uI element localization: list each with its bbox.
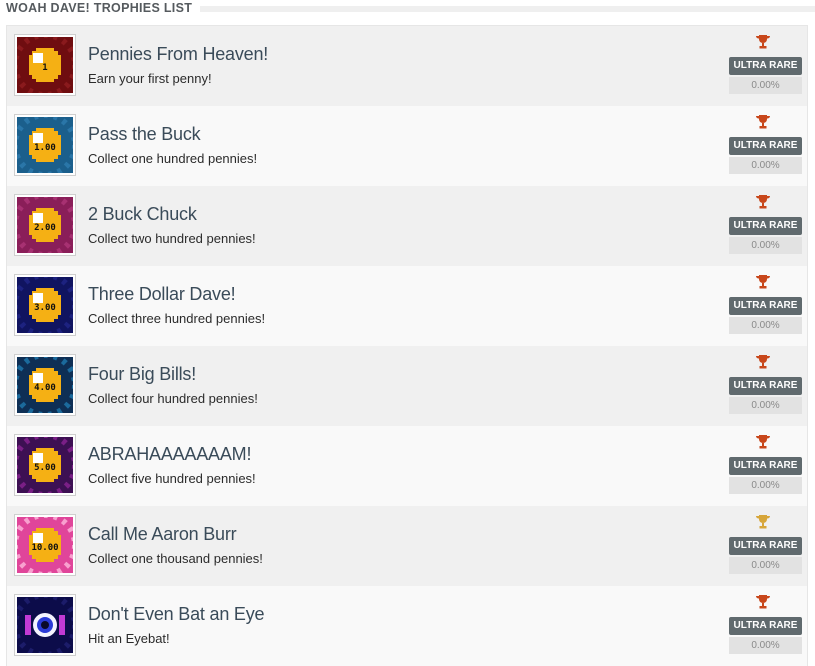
rarity-badge: ULTRA RARE bbox=[729, 217, 802, 235]
unlock-percent: 0.00% bbox=[729, 557, 802, 574]
unlock-percent: 0.00% bbox=[729, 77, 802, 94]
unlock-percent: 0.00% bbox=[729, 637, 802, 654]
trophy-description: Collect four hundred pennies! bbox=[88, 391, 258, 406]
rarity-badge: ULTRA RARE bbox=[729, 137, 802, 155]
trophy-row[interactable]: 10.00 Call Me Aaron Burr Collect one tho… bbox=[7, 506, 807, 586]
rarity-badge: ULTRA RARE bbox=[729, 537, 802, 555]
trophy-name: Call Me Aaron Burr bbox=[88, 524, 237, 544]
badge-label: 1.00 bbox=[34, 143, 56, 153]
trophy-row[interactable]: 2.00 2 Buck Chuck Collect two hundred pe… bbox=[7, 186, 807, 266]
trophy-description: Collect one thousand pennies! bbox=[88, 551, 263, 566]
trophy-name: Three Dollar Dave! bbox=[88, 284, 236, 304]
trophy-row[interactable]: 1.00 Pass the Buck Collect one hundred p… bbox=[7, 106, 807, 186]
header-divider bbox=[200, 6, 815, 12]
trophy-cup-icon bbox=[756, 515, 770, 529]
trophy-cup-icon bbox=[756, 35, 770, 49]
rarity-badge: ULTRA RARE bbox=[729, 377, 802, 395]
badge-label: 4.00 bbox=[34, 383, 56, 393]
badge-label: 3.00 bbox=[34, 303, 56, 313]
trophy-row[interactable]: 1 Pennies From Heaven! Earn your first p… bbox=[7, 26, 807, 106]
trophy-cup-icon bbox=[756, 595, 770, 609]
trophy-name: Don't Even Bat an Eye bbox=[88, 604, 265, 624]
trophy-name: ABRAHAAAAAAAM! bbox=[88, 444, 252, 464]
unlock-percent: 0.00% bbox=[729, 317, 802, 334]
eyebat-icon bbox=[25, 613, 65, 637]
trophy-description: Earn your first penny! bbox=[88, 71, 212, 86]
rarity-badge: ULTRA RARE bbox=[729, 57, 802, 75]
trophy-cup-icon bbox=[756, 195, 770, 209]
rarity-badge: ULTRA RARE bbox=[729, 457, 802, 475]
trophy-description: Collect five hundred pennies! bbox=[88, 471, 256, 486]
trophy-row[interactable]: 4.00 Four Big Bills! Collect four hundre… bbox=[7, 346, 807, 426]
trophy-row[interactable]: 3.00 Three Dollar Dave! Collect three hu… bbox=[7, 266, 807, 346]
trophy-name: 2 Buck Chuck bbox=[88, 204, 197, 224]
trophy-badge: 1.00 bbox=[14, 114, 76, 176]
trophies-header: WOAH DAVE! TROPHIES LIST bbox=[0, 0, 815, 22]
trophy-row[interactable]: 5.00 ABRAHAAAAAAAM! Collect five hundred… bbox=[7, 426, 807, 506]
unlock-percent: 0.00% bbox=[729, 157, 802, 174]
trophy-badge: 1 bbox=[14, 34, 76, 96]
rarity-badge: ULTRA RARE bbox=[729, 617, 802, 635]
trophy-badge bbox=[14, 594, 76, 656]
trophy-name: Pass the Buck bbox=[88, 124, 201, 144]
trophy-row[interactable]: Don't Even Bat an Eye Hit an Eyebat! ULT… bbox=[7, 586, 807, 666]
badge-label: 2.00 bbox=[34, 223, 56, 233]
badge-label: 1 bbox=[42, 63, 47, 73]
badge-label: 5.00 bbox=[34, 463, 56, 473]
trophy-cup-icon bbox=[756, 115, 770, 129]
trophy-badge: 10.00 bbox=[14, 514, 76, 576]
trophy-cup-icon bbox=[756, 275, 770, 289]
trophy-name: Pennies From Heaven! bbox=[88, 44, 269, 64]
unlock-percent: 0.00% bbox=[729, 477, 802, 494]
trophy-description: Collect three hundred pennies! bbox=[88, 311, 266, 326]
trophy-badge: 4.00 bbox=[14, 354, 76, 416]
trophy-description: Hit an Eyebat! bbox=[88, 631, 170, 646]
unlock-percent: 0.00% bbox=[729, 397, 802, 414]
trophy-description: Collect two hundred pennies! bbox=[88, 231, 256, 246]
badge-label: 10.00 bbox=[31, 543, 58, 553]
page-title: WOAH DAVE! TROPHIES LIST bbox=[6, 1, 199, 15]
trophy-badge: 2.00 bbox=[14, 194, 76, 256]
trophy-cup-icon bbox=[756, 435, 770, 449]
trophy-description: Collect one hundred pennies! bbox=[88, 151, 258, 166]
trophy-badge: 5.00 bbox=[14, 434, 76, 496]
trophy-name: Four Big Bills! bbox=[88, 364, 197, 384]
rarity-badge: ULTRA RARE bbox=[729, 297, 802, 315]
unlock-percent: 0.00% bbox=[729, 237, 802, 254]
trophy-cup-icon bbox=[756, 355, 770, 369]
trophy-badge: 3.00 bbox=[14, 274, 76, 336]
trophies-list: 1 Pennies From Heaven! Earn your first p… bbox=[6, 25, 808, 666]
